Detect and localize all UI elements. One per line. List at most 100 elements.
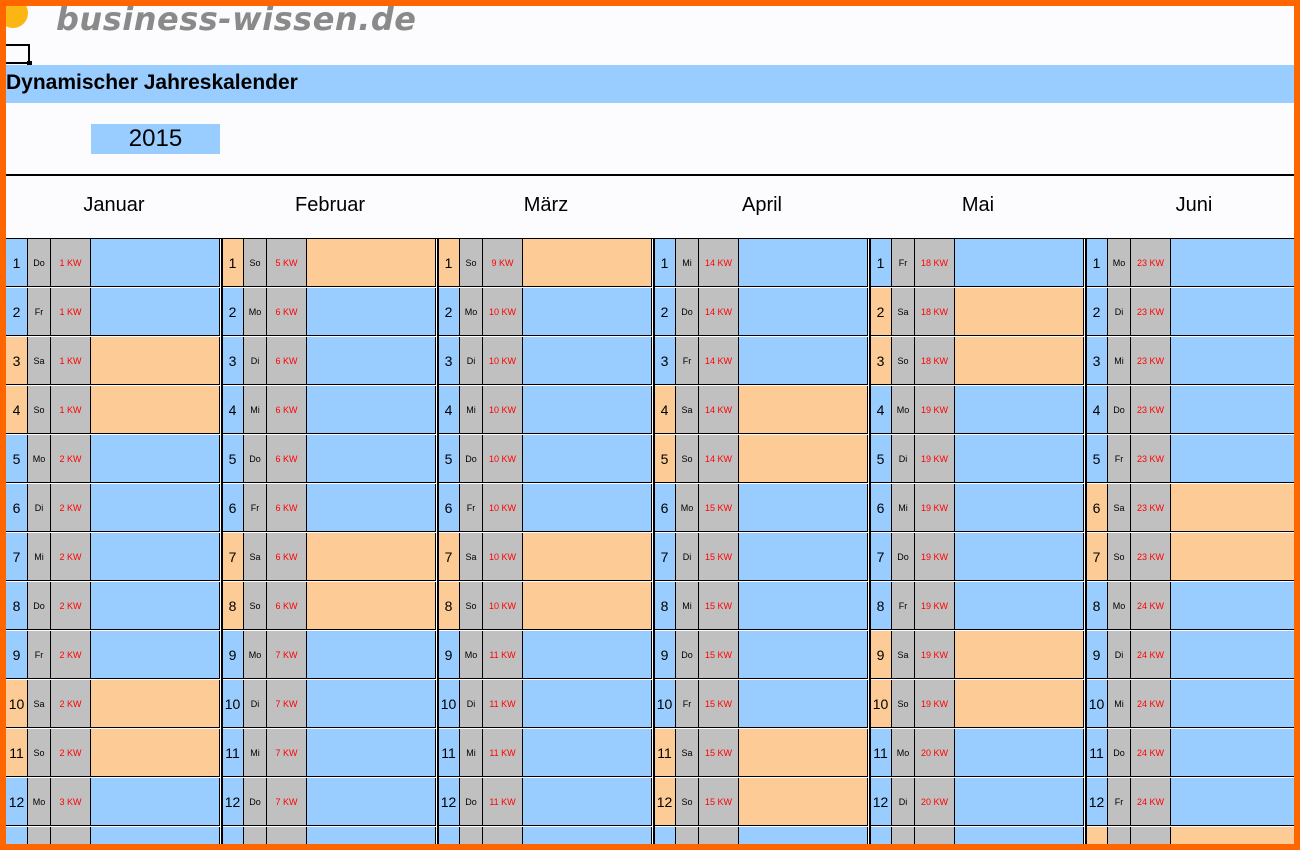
day-row: 3 Mi 23 KW bbox=[1086, 337, 1294, 386]
note-cell[interactable] bbox=[1171, 435, 1294, 483]
note-cell[interactable] bbox=[955, 778, 1084, 826]
weekday-label: Do bbox=[676, 631, 699, 679]
note-cell[interactable] bbox=[91, 288, 220, 336]
note-cell[interactable] bbox=[307, 288, 436, 336]
note-cell[interactable] bbox=[523, 288, 652, 336]
note-cell[interactable] bbox=[307, 533, 436, 581]
note-cell[interactable] bbox=[955, 386, 1084, 434]
day-row: 1 So 5 KW bbox=[222, 239, 438, 288]
note-cell[interactable] bbox=[955, 827, 1084, 844]
note-cell[interactable] bbox=[1171, 533, 1294, 581]
note-cell[interactable] bbox=[91, 680, 220, 728]
note-cell[interactable] bbox=[739, 582, 868, 630]
note-cell[interactable] bbox=[955, 288, 1084, 336]
note-cell[interactable] bbox=[1171, 337, 1294, 385]
note-cell[interactable] bbox=[955, 533, 1084, 581]
note-cell[interactable] bbox=[1171, 631, 1294, 679]
month-grid: 1 So 5 KW 2 Mo 6 KW 3 Di 6 KW 4 Mi 6 KW 5 Do 6 KW 6 Fr 6 … bbox=[222, 239, 438, 844]
note-cell[interactable] bbox=[307, 680, 436, 728]
note-cell[interactable] bbox=[523, 239, 652, 287]
note-cell[interactable] bbox=[739, 435, 868, 483]
day-number: 9 bbox=[438, 631, 460, 679]
note-cell[interactable] bbox=[739, 337, 868, 385]
note-cell[interactable] bbox=[1171, 778, 1294, 826]
weekday-label: Di bbox=[892, 435, 915, 483]
note-cell[interactable] bbox=[523, 827, 652, 844]
note-cell[interactable] bbox=[739, 827, 868, 844]
note-cell[interactable] bbox=[307, 435, 436, 483]
year-input[interactable]: 2015 bbox=[91, 124, 220, 154]
note-cell[interactable] bbox=[523, 386, 652, 434]
note-cell[interactable] bbox=[955, 435, 1084, 483]
note-cell[interactable] bbox=[523, 729, 652, 777]
note-cell[interactable] bbox=[91, 729, 220, 777]
day-number: 8 bbox=[1086, 582, 1108, 630]
note-cell[interactable] bbox=[955, 337, 1084, 385]
note-cell[interactable] bbox=[739, 239, 868, 287]
day-row: 1 Mo 23 KW bbox=[1086, 239, 1294, 288]
note-cell[interactable] bbox=[307, 337, 436, 385]
note-cell[interactable] bbox=[91, 827, 220, 844]
note-cell[interactable] bbox=[307, 729, 436, 777]
month-header: Juni bbox=[1175, 194, 1213, 216]
day-row: 1 So 9 KW bbox=[438, 239, 654, 288]
note-cell[interactable] bbox=[739, 484, 868, 532]
note-cell[interactable] bbox=[739, 288, 868, 336]
day-row: 6 Fr 10 KW bbox=[438, 484, 654, 533]
note-cell[interactable] bbox=[1171, 386, 1294, 434]
note-cell[interactable] bbox=[307, 827, 436, 844]
note-cell[interactable] bbox=[523, 631, 652, 679]
note-cell[interactable] bbox=[1171, 484, 1294, 532]
note-cell[interactable] bbox=[91, 631, 220, 679]
note-cell[interactable] bbox=[739, 631, 868, 679]
note-cell[interactable] bbox=[307, 778, 436, 826]
note-cell[interactable] bbox=[307, 386, 436, 434]
note-cell[interactable] bbox=[91, 386, 220, 434]
note-cell[interactable] bbox=[91, 337, 220, 385]
note-cell[interactable] bbox=[523, 484, 652, 532]
week-number: 15 KW bbox=[699, 631, 739, 679]
note-cell[interactable] bbox=[955, 484, 1084, 532]
note-cell[interactable] bbox=[739, 386, 868, 434]
note-cell[interactable] bbox=[523, 582, 652, 630]
week-number: 1 KW bbox=[51, 288, 91, 336]
note-cell[interactable] bbox=[523, 680, 652, 728]
day-row: 10 Di 11 KW bbox=[438, 680, 654, 729]
note-cell[interactable] bbox=[307, 239, 436, 287]
note-cell[interactable] bbox=[523, 337, 652, 385]
note-cell[interactable] bbox=[739, 778, 868, 826]
note-cell[interactable] bbox=[955, 729, 1084, 777]
note-cell[interactable] bbox=[91, 435, 220, 483]
note-cell[interactable] bbox=[955, 631, 1084, 679]
note-cell[interactable] bbox=[955, 582, 1084, 630]
note-cell[interactable] bbox=[307, 631, 436, 679]
note-cell[interactable] bbox=[1171, 288, 1294, 336]
note-cell[interactable] bbox=[1171, 729, 1294, 777]
note-cell[interactable] bbox=[1171, 680, 1294, 728]
weekday-label: Do bbox=[244, 778, 267, 826]
month-header: Februar bbox=[294, 194, 366, 216]
note-cell[interactable] bbox=[955, 239, 1084, 287]
selected-cell-marker[interactable] bbox=[6, 44, 32, 66]
note-cell[interactable] bbox=[307, 582, 436, 630]
note-cell[interactable] bbox=[523, 778, 652, 826]
note-cell[interactable] bbox=[739, 533, 868, 581]
note-cell[interactable] bbox=[1171, 827, 1294, 844]
day-number bbox=[222, 827, 244, 844]
note-cell[interactable] bbox=[91, 582, 220, 630]
note-cell[interactable] bbox=[523, 533, 652, 581]
note-cell[interactable] bbox=[955, 680, 1084, 728]
note-cell[interactable] bbox=[91, 778, 220, 826]
note-cell[interactable] bbox=[91, 533, 220, 581]
week-number: 6 KW bbox=[267, 386, 307, 434]
weekday-label bbox=[244, 827, 267, 844]
day-row: 10 Di 7 KW bbox=[222, 680, 438, 729]
note-cell[interactable] bbox=[1171, 239, 1294, 287]
note-cell[interactable] bbox=[91, 484, 220, 532]
note-cell[interactable] bbox=[739, 680, 868, 728]
note-cell[interactable] bbox=[1171, 582, 1294, 630]
note-cell[interactable] bbox=[307, 484, 436, 532]
note-cell[interactable] bbox=[523, 435, 652, 483]
note-cell[interactable] bbox=[91, 239, 220, 287]
note-cell[interactable] bbox=[739, 729, 868, 777]
